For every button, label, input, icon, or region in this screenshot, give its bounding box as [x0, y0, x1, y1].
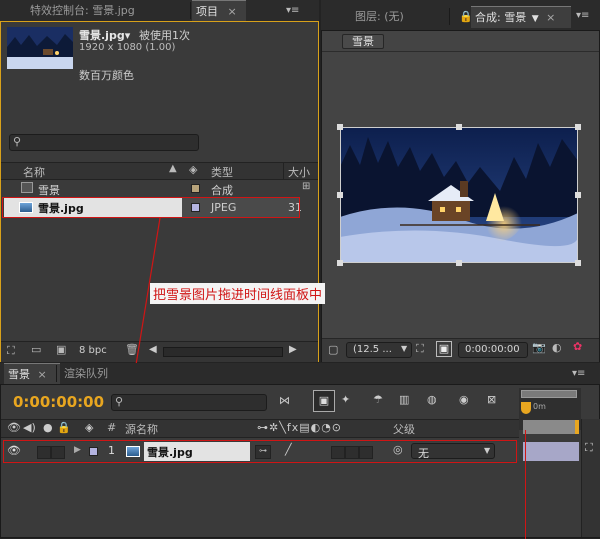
mini-flowchart-icon[interactable]: ⋈	[279, 394, 290, 407]
comp-button-icon[interactable]: ⛶	[585, 441, 593, 455]
tab-timeline-comp[interactable]: 雪景 ×	[4, 363, 60, 385]
timeline-timecode[interactable]: 0:00:00:00	[13, 393, 104, 411]
ruler-label: 0m	[533, 402, 546, 411]
column-parent[interactable]: 父级	[393, 421, 415, 437]
layer-index: 1	[108, 444, 115, 457]
search-icon: ⚲	[115, 395, 124, 408]
lock-switch-icon[interactable]: 🔒	[57, 421, 71, 434]
hide-shy-layers-icon[interactable]: ☂	[373, 393, 383, 406]
work-area-bar[interactable]	[521, 390, 577, 398]
frame-blending-icon[interactable]: ▥	[399, 393, 409, 406]
column-hash[interactable]: #	[107, 421, 116, 434]
layer-duration-bar[interactable]	[523, 442, 579, 461]
timeline-panel: 0:00:00:00 ⚲ ⋈ ▣ ✦ ☂ ▥ ◍ ◉ ⊠ 0m 👁 ◀) ● 🔒…	[0, 384, 600, 539]
annotation-label: 把雪景图片拖进时间线面板中	[150, 283, 326, 304]
panel-menu-icon[interactable]: ▾≡	[572, 368, 585, 379]
adjust-switch[interactable]	[359, 446, 373, 459]
parent-value: 无	[418, 447, 429, 460]
footage-icon	[126, 446, 140, 457]
timeline-layer-row[interactable]: 👁 ▶ 1 雪景.jpg ⊶ ╱ ◎ 无 ▼	[1, 442, 519, 461]
graph-editor-icon[interactable]: ⊠	[487, 393, 496, 406]
timeline-tabbar: 雪景 × 渲染队列 ▾≡	[0, 363, 600, 385]
parent-dropdown[interactable]: 无 ▼	[411, 443, 495, 460]
shy-switch[interactable]: ⊶	[255, 445, 271, 459]
quality-switch-icon[interactable]: ╱	[285, 443, 292, 456]
brainstorm-icon[interactable]: ◉	[459, 393, 469, 406]
timeline-search-input[interactable]: ⚲	[111, 394, 267, 411]
ruler-track	[523, 420, 577, 434]
time-ruler[interactable]: 0m	[519, 388, 581, 434]
motion-blur-icon[interactable]: ◍	[427, 393, 437, 406]
label-tag-icon: ◈	[85, 421, 94, 434]
tab-timeline-comp-label: 雪景	[8, 368, 30, 381]
ruler-end-marker[interactable]	[575, 420, 579, 434]
blend-switch[interactable]	[331, 446, 345, 459]
3d-switch[interactable]	[345, 446, 359, 459]
expand-arrow-icon[interactable]: ▶	[74, 445, 81, 455]
column-source-name[interactable]: 源名称	[125, 421, 158, 437]
pickwhip-icon[interactable]: ◎	[393, 443, 403, 456]
chevron-down-icon: ▼	[484, 446, 491, 455]
eye-icon[interactable]: 👁	[7, 444, 21, 457]
solo-switch-icon[interactable]: ●	[43, 421, 53, 434]
cti-line	[525, 430, 526, 539]
audio-toggle[interactable]	[37, 446, 51, 459]
draft-3d-icon[interactable]: ✦	[341, 393, 350, 406]
solo-toggle[interactable]	[51, 446, 65, 459]
tab-separator	[56, 365, 57, 382]
audio-switch-icon[interactable]: ◀)	[23, 421, 36, 434]
timeline-column-header: 👁 ◀) ● 🔒 ◈ # 源名称 ⊶✲╲fx▤◐◔⊙ 父级	[1, 419, 519, 438]
layer-switches-icons: ⊶✲╲fx▤◐◔⊙	[257, 421, 343, 434]
layer-label-swatch[interactable]	[89, 447, 98, 456]
layer-name: 雪景.jpg	[147, 446, 193, 459]
video-switch-icon[interactable]: 👁	[7, 421, 21, 434]
current-time-indicator[interactable]	[521, 402, 531, 414]
tab-render-queue[interactable]: 渲染队列	[60, 363, 112, 384]
vertical-scrollbar[interactable]: ⛶	[581, 419, 600, 537]
live-update-icon[interactable]: ▣	[313, 390, 335, 412]
layer-name-field[interactable]: 雪景.jpg	[144, 442, 250, 461]
close-icon[interactable]: ×	[38, 368, 47, 381]
